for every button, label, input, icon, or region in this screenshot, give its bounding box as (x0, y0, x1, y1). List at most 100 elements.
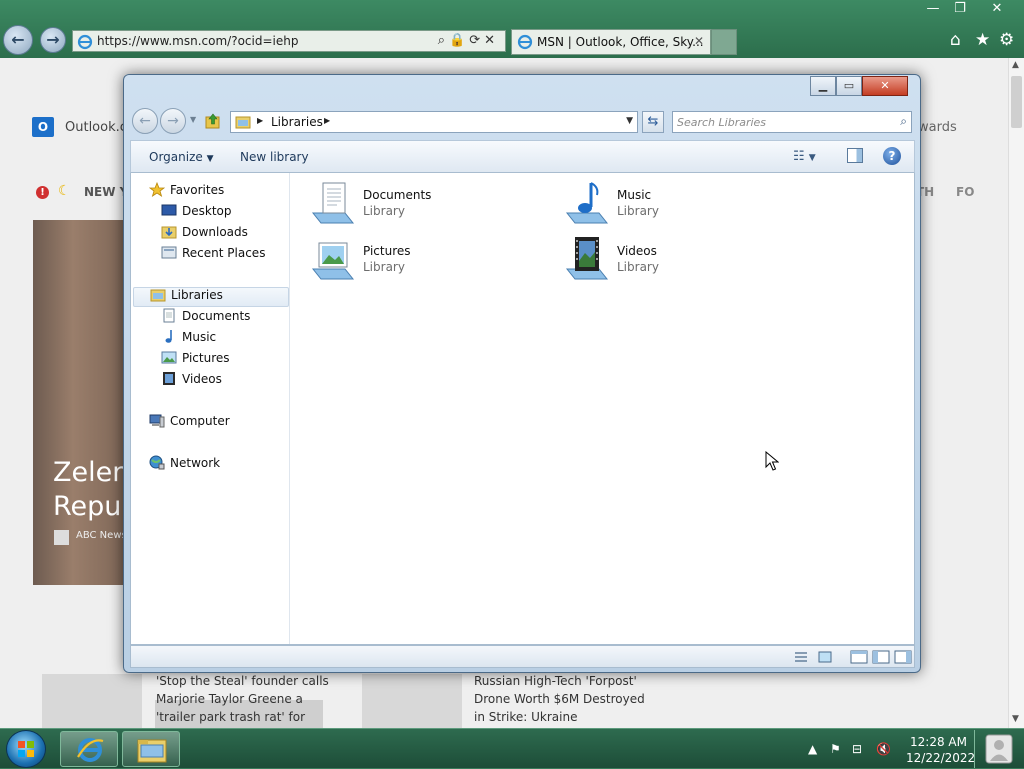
refresh-button[interactable]: ⇆ (642, 111, 664, 133)
scroll-up-icon[interactable]: ▲ (1012, 60, 1019, 70)
news-card-line: Drone Worth $6M Destroyed (474, 692, 645, 706)
browser-tab[interactable]: MSN | Outlook, Office, Sky... ✕ (511, 29, 711, 55)
network-status-icon[interactable]: ⊟ (852, 742, 862, 756)
scroll-down-icon[interactable]: ▼ (1012, 714, 1019, 724)
nav-favorites-label: Favorites (170, 183, 225, 197)
nav-computer[interactable]: Computer (149, 414, 230, 434)
forward-arrow-icon: → (167, 113, 179, 129)
news-card-image[interactable] (42, 674, 142, 728)
nav-music[interactable]: Music (161, 330, 216, 350)
page-scrollbar[interactable]: ▲ ▼ (1008, 58, 1024, 728)
volume-muted-icon[interactable]: 🔇 (876, 742, 891, 756)
library-pictures[interactable]: Pictures Library (309, 235, 549, 285)
show-hidden-icons-icon[interactable]: ▲ (808, 742, 817, 756)
organize-button[interactable]: Organize ▼ (149, 150, 214, 164)
taskbar-internet-explorer[interactable] (60, 731, 118, 767)
up-folder-icon[interactable] (204, 112, 222, 130)
nav-favorites[interactable]: Favorites (149, 182, 225, 203)
recent-pages-dropdown-icon[interactable]: ▼ (190, 115, 196, 124)
minimize-button[interactable]: — (920, 0, 946, 20)
outlook-icon[interactable]: O (32, 117, 54, 137)
windows-logo-icon (18, 741, 34, 757)
news-card-text[interactable]: 'Stop the Steal' founder calls Marjorie … (156, 672, 329, 726)
explorer-minimize-button[interactable]: ▁ (810, 76, 836, 96)
explorer-back-button[interactable]: ← (132, 108, 158, 134)
address-history-dropdown-icon[interactable]: ▼ (626, 116, 633, 126)
news-card-line: 'Stop the Steal' founder calls (156, 674, 329, 688)
details-view-icon[interactable] (793, 650, 809, 664)
downloads-folder-icon (161, 226, 177, 239)
stop-icon[interactable]: ✕ (484, 33, 499, 48)
hero-source: ABC News (76, 530, 127, 541)
search-icon[interactable]: ⌕ (438, 33, 449, 48)
scrollbar-thumb[interactable] (1011, 76, 1022, 128)
navigation-pane-icon[interactable] (872, 650, 890, 664)
clock-date[interactable]: 12/22/2022 (906, 751, 975, 765)
preview-pane-icon[interactable] (847, 148, 863, 163)
library-documents[interactable]: Documents Library (309, 179, 549, 229)
nav-recent-places[interactable]: Recent Places (161, 246, 265, 266)
action-center-flag-icon[interactable]: ⚑ (830, 742, 841, 756)
new-tab-button[interactable] (711, 29, 737, 55)
layout-pane-icon[interactable] (850, 650, 868, 664)
news-tab-food[interactable]: FO (956, 185, 974, 199)
taskbar-windows-explorer[interactable] (122, 731, 180, 767)
search-icon[interactable]: ⌕ (900, 114, 907, 129)
rewards-link[interactable]: wards (918, 120, 957, 135)
home-icon[interactable]: ⌂ (950, 30, 961, 50)
news-card-text[interactable]: Russian High-Tech 'Forpost' Drone Worth … (474, 672, 645, 726)
explorer-maximize-button[interactable]: ▭ (836, 76, 862, 96)
refresh-icon[interactable]: ⟳ (469, 33, 484, 48)
library-music[interactable]: Music Library (563, 179, 803, 229)
news-card-line: Marjorie Taylor Greene a (156, 692, 303, 706)
nav-videos[interactable]: Videos (161, 372, 222, 392)
news-card-image[interactable] (362, 674, 462, 728)
back-arrow-icon: ← (139, 113, 151, 129)
ie-page-icon (77, 34, 93, 50)
large-icons-view-icon[interactable] (817, 650, 833, 664)
nav-network-label: Network (170, 456, 221, 470)
lock-icon[interactable]: 🔒 (449, 33, 469, 48)
libraries-folder-icon (235, 116, 251, 129)
library-videos[interactable]: Videos Library (563, 235, 803, 285)
nav-documents[interactable]: Documents (161, 308, 250, 329)
tab-title: MSN | Outlook, Office, Sky... (537, 35, 704, 49)
nav-pictures-label: Pictures (182, 351, 230, 365)
nav-network[interactable]: Network (149, 455, 221, 476)
search-input[interactable] (677, 114, 877, 130)
change-view-button[interactable]: ☷ ▼ (793, 149, 816, 164)
computer-icon (149, 414, 165, 428)
library-name: Videos (617, 244, 657, 258)
explorer-search-box[interactable]: ⌕ (672, 111, 912, 133)
user-avatar[interactable] (974, 730, 1022, 768)
address-text[interactable]: https://www.msn.com/?ocid=iehp (97, 34, 298, 48)
details-pane-icon[interactable] (894, 650, 912, 664)
favorites-star-icon[interactable]: ★ (975, 30, 990, 50)
explorer-address-bar[interactable]: ▶ Libraries ▶ ▼ (230, 111, 638, 133)
back-button[interactable]: ← (3, 25, 33, 55)
breadcrumb-separator-icon[interactable]: ▶ (257, 116, 263, 125)
network-icon (149, 455, 165, 470)
alert-icon: ! (36, 186, 49, 199)
help-icon[interactable]: ? (883, 147, 901, 165)
nav-downloads[interactable]: Downloads (161, 225, 248, 245)
breadcrumb-libraries[interactable]: Libraries (271, 115, 323, 129)
taskbar: ▲ ⚑ ⊟ 🔇 12:28 AM 12/22/2022 (0, 728, 1024, 768)
restore-button[interactable]: ❐ (947, 0, 973, 20)
explorer-forward-button[interactable]: → (160, 108, 186, 134)
new-library-button[interactable]: New library (240, 150, 309, 164)
nav-libraries[interactable]: Libraries (133, 287, 289, 307)
tab-close-icon[interactable]: ✕ (694, 34, 704, 48)
clock-time[interactable]: 12:28 AM (910, 735, 967, 749)
breadcrumb-separator-icon[interactable]: ▶ (324, 116, 330, 125)
close-button[interactable]: ✕ (974, 0, 1020, 20)
nav-pictures[interactable]: Pictures (161, 351, 230, 371)
library-name: Music (617, 188, 652, 202)
forward-button[interactable]: → (40, 27, 66, 53)
address-bar[interactable]: https://www.msn.com/?ocid=iehp ⌕🔒⟳✕ (72, 30, 506, 52)
user-account-icon (985, 734, 1013, 764)
settings-gear-icon[interactable]: ⚙ (999, 30, 1014, 50)
explorer-close-button[interactable]: ✕ (862, 76, 908, 96)
start-button[interactable] (6, 730, 46, 768)
nav-desktop[interactable]: Desktop (161, 204, 232, 224)
